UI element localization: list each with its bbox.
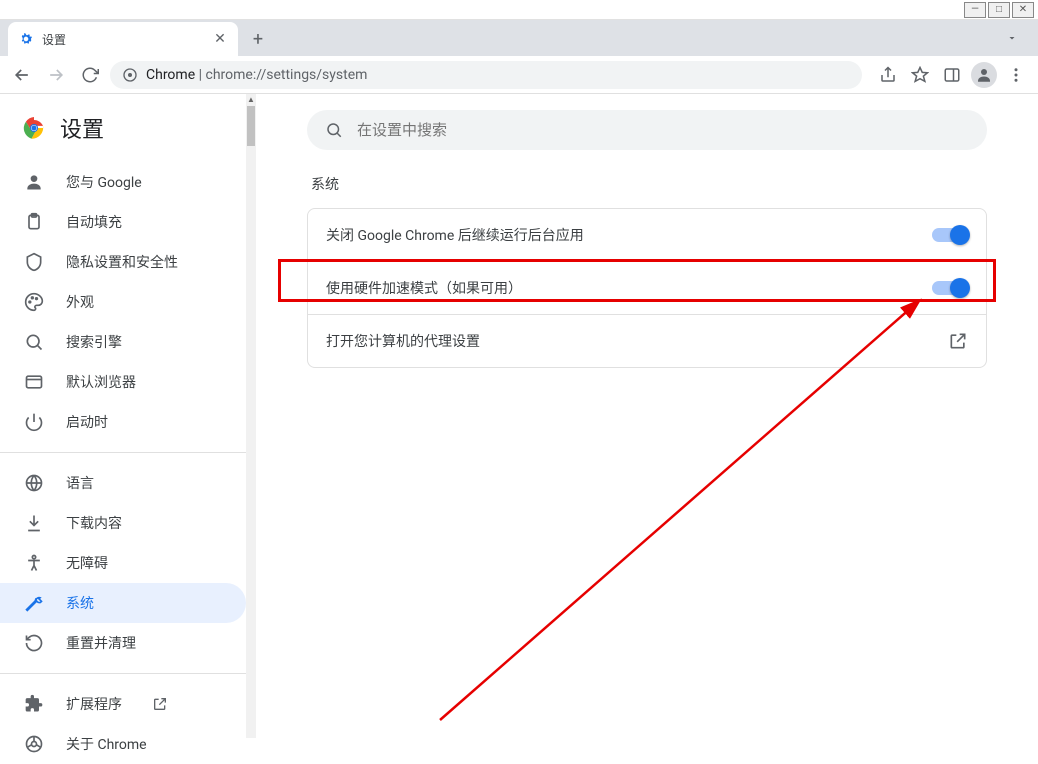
restore-icon [24, 633, 44, 653]
sidebar-item-appearance[interactable]: 外观 [0, 282, 246, 322]
scrollbar-thumb[interactable] [247, 106, 255, 146]
sidebar-item-label: 默认浏览器 [66, 372, 136, 392]
sidebar-item-label: 隐私设置和安全性 [66, 252, 178, 272]
sidebar-item-autofill[interactable]: 自动填充 [0, 202, 246, 242]
sidebar-item-about[interactable]: 关于 Chrome [0, 724, 246, 764]
sidebar-item-label: 关于 Chrome [66, 734, 147, 754]
sidebar-item-label: 您与 Google [66, 172, 142, 192]
sidebar-item-label: 系统 [66, 593, 94, 613]
address-bar-text: Chrome | chrome://settings/system [146, 67, 367, 83]
sidebar-item-reset[interactable]: 重置并清理 [0, 623, 246, 663]
open-in-new-icon [152, 696, 168, 712]
browser-toolbar: Chrome | chrome://settings/system [0, 56, 1038, 94]
download-icon [24, 513, 44, 533]
sidebar-item-downloads[interactable]: 下载内容 [0, 503, 246, 543]
os-titlebar: — □ ✕ [0, 0, 1038, 20]
settings-search-box[interactable] [307, 110, 987, 150]
settings-page: 设置 您与 Google 自动填充 隐私设置和安全性 外观 搜索引擎 [0, 94, 1038, 738]
sidebar-item-privacy[interactable]: 隐私设置和安全性 [0, 242, 246, 282]
scrollbar-up-arrow[interactable]: ▲ [246, 94, 256, 104]
tab-strip: 设置 ✕ + [0, 20, 1038, 56]
sidebar-item-label: 自动填充 [66, 212, 122, 232]
sidebar-item-label: 下载内容 [66, 513, 122, 533]
row-background-apps: 关闭 Google Chrome 后继续运行后台应用 [308, 209, 986, 261]
sidebar-item-label: 启动时 [66, 412, 108, 432]
open-in-new-icon [948, 331, 968, 351]
settings-brand: 设置 [0, 104, 246, 162]
sidebar-item-system[interactable]: 系统 [0, 583, 246, 623]
settings-title: 设置 [60, 112, 104, 144]
row-proxy-settings[interactable]: 打开您计算机的代理设置 [308, 314, 986, 367]
sidebar-item-startup[interactable]: 启动时 [0, 402, 246, 442]
bookmark-star-icon[interactable] [906, 61, 934, 89]
sidebar-item-you-and-google[interactable]: 您与 Google [0, 162, 246, 202]
sidebar-item-label: 无障碍 [66, 553, 108, 573]
side-panel-icon[interactable] [938, 61, 966, 89]
power-icon [24, 412, 44, 432]
new-tab-button[interactable]: + [244, 25, 272, 53]
tab-close-button[interactable]: ✕ [212, 31, 228, 47]
tab-title: 设置 [42, 31, 204, 48]
settings-sidebar: 设置 您与 Google 自动填充 隐私设置和安全性 外观 搜索引擎 [0, 94, 246, 738]
sidebar-item-extensions[interactable]: 扩展程序 [0, 684, 246, 724]
tabs-dropdown-button[interactable] [996, 26, 1028, 50]
sidebar-item-label: 语言 [66, 473, 94, 493]
sidebar-divider [0, 673, 246, 674]
sidebar-item-label: 重置并清理 [66, 633, 136, 653]
row-label: 使用硬件加速模式（如果可用） [326, 278, 522, 298]
search-icon [325, 121, 343, 139]
sidebar-item-accessibility[interactable]: 无障碍 [0, 543, 246, 583]
search-icon [24, 332, 44, 352]
sidebar-item-label: 搜索引擎 [66, 332, 122, 352]
forward-button[interactable] [42, 61, 70, 89]
sidebar-item-label: 扩展程序 [66, 694, 122, 714]
toggle-background-apps[interactable] [932, 228, 968, 242]
toggle-hardware-accel[interactable] [932, 281, 968, 295]
share-icon[interactable] [874, 61, 902, 89]
system-settings-card: 关闭 Google Chrome 后继续运行后台应用 使用硬件加速模式（如果可用… [307, 208, 987, 368]
puzzle-icon [24, 694, 44, 714]
browser-tab-settings[interactable]: 设置 ✕ [8, 22, 238, 56]
os-maximize-button[interactable]: □ [988, 2, 1010, 18]
accessibility-icon [24, 553, 44, 573]
row-hardware-accel: 使用硬件加速模式（如果可用） [308, 261, 986, 314]
sidebar-item-languages[interactable]: 语言 [0, 463, 246, 503]
profile-avatar[interactable] [970, 61, 998, 89]
sidebar-item-search-engine[interactable]: 搜索引擎 [0, 322, 246, 362]
chrome-logo-icon [22, 116, 46, 140]
palette-icon [24, 292, 44, 312]
settings-main: 系统 关闭 Google Chrome 后继续运行后台应用 使用硬件加速模式（如… [256, 94, 1038, 738]
chrome-icon [122, 67, 138, 83]
sidebar-item-label: 外观 [66, 292, 94, 312]
clipboard-icon [24, 212, 44, 232]
address-bar[interactable]: Chrome | chrome://settings/system [110, 61, 862, 89]
sidebar-divider [0, 452, 246, 453]
row-label: 关闭 Google Chrome 后继续运行后台应用 [326, 225, 584, 245]
settings-search-input[interactable] [357, 122, 969, 139]
kebab-menu-icon[interactable] [1002, 61, 1030, 89]
chrome-outline-icon [24, 734, 44, 754]
section-title-system: 系统 [311, 174, 983, 194]
os-minimize-button[interactable]: — [964, 2, 986, 18]
row-label: 打开您计算机的代理设置 [326, 331, 480, 351]
reload-button[interactable] [76, 61, 104, 89]
sidebar-item-default-browser[interactable]: 默认浏览器 [0, 362, 246, 402]
sidebar-scrollbar[interactable]: ▲ [246, 94, 256, 738]
browser-icon [24, 372, 44, 392]
shield-icon [24, 252, 44, 272]
back-button[interactable] [8, 61, 36, 89]
os-close-button[interactable]: ✕ [1012, 2, 1034, 18]
globe-icon [24, 473, 44, 493]
person-icon [24, 172, 44, 192]
gear-icon [18, 31, 34, 47]
wrench-icon [24, 593, 44, 613]
